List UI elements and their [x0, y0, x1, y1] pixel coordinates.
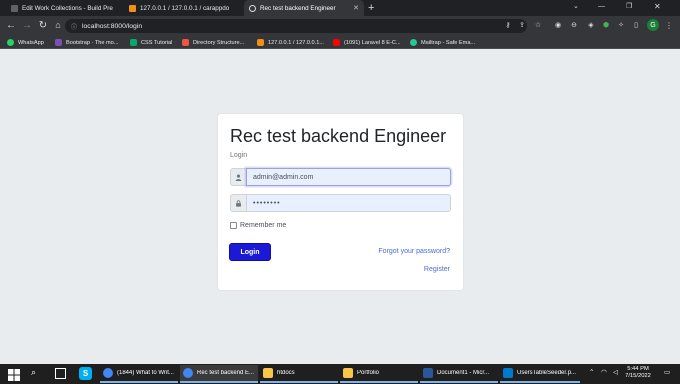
chevron-down-icon[interactable]: ⌄: [573, 2, 579, 10]
address-bar[interactable]: ⓘ localhost:8000/login: [65, 19, 527, 33]
close-icon[interactable]: ✕: [351, 4, 359, 12]
info-icon: ⓘ: [71, 24, 78, 31]
taskbar-app-chrome-2[interactable]: Rec test backend E...: [180, 365, 258, 383]
document-icon: [11, 4, 18, 12]
taskbar-app-chrome-1[interactable]: (1844) What to Writ...: [100, 365, 178, 383]
laravel-icon: [182, 39, 189, 46]
password-field[interactable]: ••••••••: [246, 194, 451, 212]
bookmark-phpmyadmin[interactable]: 127.0.0.1 / 127.0.0.1...: [257, 37, 331, 48]
w3schools-icon: [130, 39, 137, 46]
tray-chevron-icon[interactable]: ⌃: [589, 368, 594, 376]
restore-icon[interactable]: ❐: [626, 2, 632, 10]
address-text: localhost:8000/login: [82, 22, 143, 30]
taskbar-app-label: Document1 - Micr...: [437, 370, 490, 376]
page-title: Rec test backend Engineer: [230, 126, 447, 146]
login-subtitle: Login: [230, 152, 248, 159]
bookmark-label: Directory Structure...: [193, 39, 245, 46]
clock-time: 5:44 PM: [627, 366, 649, 372]
back-icon[interactable]: ←: [4, 18, 18, 32]
tab-title: Edit Work Collections - Build Pre: [22, 4, 113, 12]
notifications-icon[interactable]: ▭: [664, 368, 670, 376]
window-close-icon[interactable]: ✕: [654, 2, 661, 11]
bookmark-star-icon[interactable]: ☆: [533, 20, 543, 30]
whatsapp-icon: [7, 39, 14, 46]
taskbar-app-label: Portfolio: [357, 370, 380, 376]
bookmark-bootstrap[interactable]: Bootstrap · The mo...: [55, 37, 127, 48]
network-icon[interactable]: ◠: [601, 368, 607, 376]
taskbar-app-label: Rec test backend E...: [197, 370, 255, 376]
youtube-icon: [333, 39, 340, 46]
skype-icon[interactable]: S: [79, 367, 92, 380]
tab-phpmyadmin[interactable]: 127.0.0.1 / 127.0.0.1 / carappdo: [124, 0, 242, 16]
tab-title: Rec test backend Engineer: [260, 4, 336, 12]
key-icon[interactable]: ⚷: [503, 20, 513, 30]
search-icon[interactable]: ⌕: [31, 367, 36, 378]
bookmark-youtube-laravel[interactable]: (1091) Laravel 8 E-C...: [333, 37, 407, 48]
taskbar-app-htdocs[interactable]: htdocs: [260, 365, 338, 383]
chrome-icon: [183, 368, 193, 378]
taskbar-app-word[interactable]: Document1 - Micr...: [420, 365, 498, 383]
taskbar-app-label: (1844) What to Writ...: [117, 370, 174, 376]
folder-icon: [343, 368, 353, 378]
tab-rec-test[interactable]: Rec test backend Engineer ✕: [244, 0, 364, 16]
taskbar-app-vscode[interactable]: UsersTableSeeder.p...: [500, 365, 580, 383]
chrome-icon: [103, 368, 113, 378]
bookmark-label: (1091) Laravel 8 E-C...: [344, 39, 401, 46]
bootstrap-icon: [55, 39, 62, 46]
forgot-password-link[interactable]: Forgot your password?: [360, 248, 450, 255]
clock[interactable]: 5:44 PM 7/15/2022: [622, 366, 654, 380]
extension-1-icon[interactable]: ◉: [553, 20, 563, 30]
register-link[interactable]: Register: [380, 266, 450, 273]
email-input-group: admin@admin.com: [230, 168, 451, 186]
bookmark-label: WhatsApp: [18, 39, 44, 46]
mailtrap-icon: [410, 39, 417, 46]
bookmark-label: CSS Tutorial: [141, 39, 173, 46]
bookmark-whatsapp[interactable]: WhatsApp: [7, 37, 51, 48]
new-tab-button[interactable]: +: [368, 2, 374, 14]
lock-icon: [230, 194, 246, 212]
home-icon[interactable]: ⌂: [51, 18, 65, 32]
tab-title: 127.0.0.1 / 127.0.0.1 / carappdo: [140, 4, 230, 12]
share-icon[interactable]: ⇪: [517, 20, 527, 30]
bookmark-css-tutorial[interactable]: CSS Tutorial: [130, 37, 180, 48]
bookmark-mailtrap[interactable]: Mailtrap - Safe Ema...: [410, 37, 486, 48]
task-view-icon[interactable]: [55, 368, 66, 379]
taskbar-app-portfolio[interactable]: Portfolio: [340, 365, 418, 383]
forward-icon[interactable]: →: [20, 18, 34, 32]
extensions-puzzle-icon[interactable]: ✧: [616, 20, 626, 30]
globe-icon: [249, 4, 256, 12]
remember-checkbox[interactable]: [230, 222, 237, 229]
bookmark-label: Mailtrap - Safe Ema...: [421, 39, 476, 46]
reload-icon[interactable]: ↻: [36, 18, 50, 32]
phpmyadmin-icon: [129, 4, 136, 12]
bookmark-label: Bootstrap · The mo...: [66, 39, 119, 46]
vscode-icon: [503, 368, 513, 378]
extension-2-icon[interactable]: ⊖: [569, 20, 579, 30]
bookmark-label: 127.0.0.1 / 127.0.0.1...: [268, 39, 324, 46]
phpmyadmin-icon: [257, 39, 264, 46]
word-icon: [423, 368, 433, 378]
bookmark-directory-structure[interactable]: Directory Structure...: [182, 37, 256, 48]
email-field[interactable]: admin@admin.com: [246, 168, 451, 186]
tab-edit-work-collections[interactable]: Edit Work Collections - Build Pre: [6, 0, 122, 16]
menu-kebab-icon[interactable]: ⋮: [664, 20, 674, 30]
taskbar-app-label: UsersTableSeeder.p...: [517, 370, 577, 376]
clock-date: 7/15/2022: [625, 373, 651, 379]
user-icon: [230, 168, 246, 186]
taskbar-app-label: htdocs: [277, 370, 295, 376]
minimize-icon[interactable]: —: [598, 3, 605, 10]
remember-label: Remember me: [240, 222, 287, 229]
password-input-group: ••••••••: [230, 194, 451, 212]
login-button[interactable]: Login: [229, 243, 271, 261]
windows-start-icon[interactable]: [8, 368, 20, 381]
profile-avatar[interactable]: G: [647, 19, 659, 31]
folder-icon: [263, 368, 273, 378]
volume-icon[interactable]: ◁: [613, 368, 618, 376]
sidepanel-icon[interactable]: ▯: [631, 20, 641, 30]
extension-4-icon[interactable]: ⬢: [601, 20, 611, 30]
extension-3-icon[interactable]: ◈: [586, 20, 596, 30]
